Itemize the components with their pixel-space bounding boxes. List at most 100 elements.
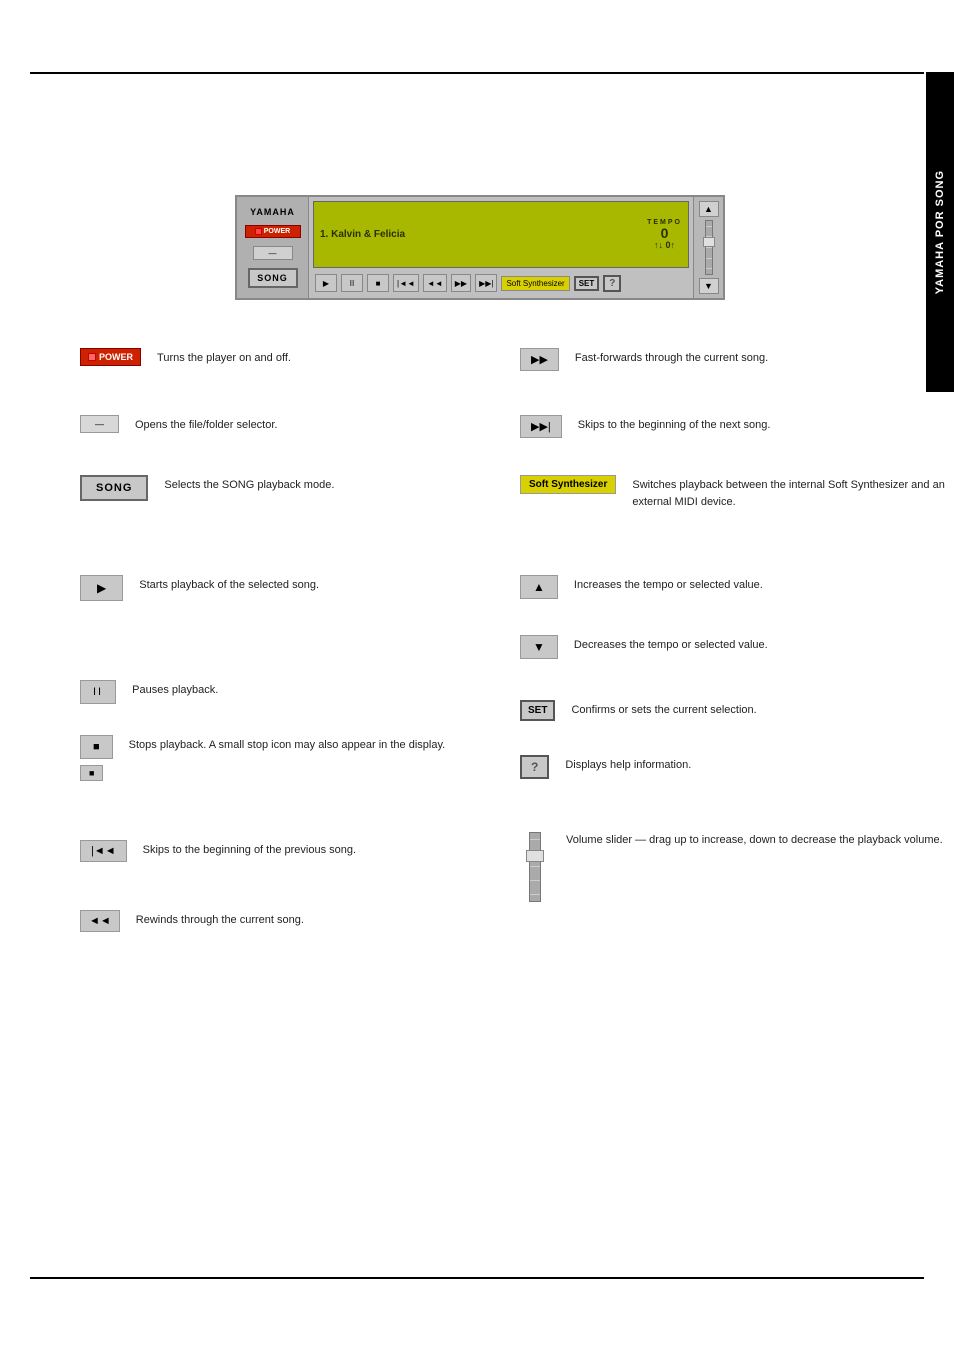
desc-dash-button[interactable]: — [80, 415, 119, 433]
desc-set-label: SET [528, 705, 547, 716]
desc-next-song-icon: ▶▶| [531, 421, 551, 433]
desc-play-button[interactable]: ▶ [80, 575, 123, 601]
stop-icon: ■ [376, 279, 381, 288]
slider-desc-line [530, 866, 540, 867]
lcd-screen: 1. Kalvin & Felicia TEMPO 0 ↑↓ 0↑ [313, 201, 689, 268]
desc-stop-sm-button[interactable]: ■ [80, 765, 103, 781]
player-left-panel: YAMAHA POWER — SONG [237, 197, 309, 298]
chapter-tab-label: YAMAHA POR SONG [934, 170, 946, 294]
desc-song-label: SONG [96, 482, 132, 494]
slider-desc-line [530, 894, 540, 895]
play-button[interactable]: ▶ [315, 274, 337, 292]
slider-line [706, 268, 712, 269]
desc-up-button[interactable]: ▲ [520, 575, 558, 599]
volume-down-icon: ▼ [704, 281, 713, 291]
desc-stop-text: Stops playback. A small stop icon may al… [129, 735, 446, 754]
desc-power-text: Turns the player on and off. [157, 348, 291, 367]
desc-help-label: ? [531, 760, 538, 774]
desc-power-label: POWER [99, 352, 133, 362]
desc-up-text: Increases the tempo or selected value. [574, 575, 763, 594]
next-song-button[interactable]: ▶▶| [475, 274, 497, 292]
desc-volume-thumb[interactable] [526, 850, 544, 862]
desc-ff-icon: ▶▶ [531, 354, 548, 366]
pause-button[interactable]: II [341, 274, 363, 292]
desc-prev-icon: ◄◄ [89, 915, 111, 927]
desc-prev-text: Rewinds through the current song. [136, 910, 304, 929]
player-display: 1. Kalvin & Felicia TEMPO 0 ↑↓ 0↑ ▶ II ■… [309, 197, 693, 298]
desc-play-icon: ▶ [97, 581, 106, 595]
prev-song-icon: |◄◄ [397, 279, 415, 288]
volume-slider-lines [706, 221, 712, 274]
help-label: ? [609, 278, 615, 289]
player-unit: YAMAHA POWER — SONG 1. Kalvin & Felicia … [235, 195, 725, 300]
desc-volume-text: Volume slider — drag up to increase, dow… [566, 830, 943, 849]
slider-line [706, 226, 712, 227]
song-button[interactable]: SONG [248, 268, 298, 288]
slider-line [706, 258, 712, 259]
desc-down: ▼ Decreases the tempo or selected value. [520, 635, 768, 659]
volume-slider-thumb[interactable] [703, 237, 715, 247]
soft-synth-button[interactable]: Soft Synthesizer [501, 276, 569, 291]
desc-prev-button[interactable]: ◄◄ [80, 910, 120, 932]
power-button[interactable]: POWER [245, 225, 301, 238]
yamaha-brand: YAMAHA [250, 207, 295, 217]
desc-down-button[interactable]: ▼ [520, 635, 558, 659]
dash-button[interactable]: — [253, 246, 293, 260]
desc-next-song: ▶▶| Skips to the beginning of the next s… [520, 415, 770, 438]
help-button[interactable]: ? [603, 275, 621, 292]
desc-play-text: Starts playback of the selected song. [139, 575, 319, 594]
desc-help-button[interactable]: ? [520, 755, 549, 779]
stop-button[interactable]: ■ [367, 274, 389, 292]
desc-song-text: Selects the SONG playback mode. [164, 475, 334, 494]
volume-up-button[interactable]: ▲ [699, 201, 719, 217]
desc-dash-text: Opens the file/folder selector. [135, 415, 277, 434]
desc-ff-button[interactable]: ▶▶ [520, 348, 559, 371]
desc-volume-track [529, 832, 541, 902]
desc-prev-song-button[interactable]: |◄◄ [80, 840, 127, 862]
set-button[interactable]: SET [574, 276, 600, 291]
volume-slider-track[interactable] [705, 220, 713, 275]
desc-volume-lines [530, 833, 540, 901]
soft-synth-label: Soft Synthesizer [506, 279, 564, 288]
power-label: POWER [264, 228, 290, 235]
prev-button[interactable]: ◄◄ [423, 274, 447, 292]
desc-stop-sm-icon: ■ [89, 768, 94, 778]
bottom-divider [30, 1277, 924, 1279]
player-right-panel: ▲ ▼ [693, 197, 723, 298]
desc-song-button[interactable]: SONG [80, 475, 148, 501]
transport-row: ▶ II ■ |◄◄ ◄◄ ▶▶ ▶▶| Soft Synthesizer [313, 272, 689, 294]
desc-power: POWER Turns the player on and off. [80, 348, 291, 367]
ff-button[interactable]: ▶▶ [451, 274, 471, 292]
desc-next-song-text: Skips to the beginning of the next song. [578, 415, 771, 434]
slider-desc-line [530, 839, 540, 840]
desc-pause-icon: II [93, 686, 103, 698]
desc-soft-synth-button[interactable]: Soft Synthesizer [520, 475, 616, 494]
desc-soft-synth-label: Soft Synthesizer [529, 479, 607, 490]
set-label: SET [579, 279, 595, 288]
desc-set-button[interactable]: SET [520, 700, 555, 721]
desc-set: SET Confirms or sets the current selecti… [520, 700, 757, 721]
volume-down-button[interactable]: ▼ [699, 278, 719, 294]
desc-ff: ▶▶ Fast-forwards through the current son… [520, 348, 768, 371]
desc-play: ▶ Starts playback of the selected song. [80, 575, 319, 601]
desc-dash-label: — [95, 419, 104, 429]
desc-soft-synth-text: Switches playback between the internal S… [632, 475, 954, 510]
next-song-icon: ▶▶| [479, 279, 493, 288]
desc-next-song-button[interactable]: ▶▶| [520, 415, 562, 438]
up-icon: ▲ [533, 580, 545, 594]
desc-stop-button[interactable]: ■ [80, 735, 113, 759]
desc-prev: ◄◄ Rewinds through the current song. [80, 910, 304, 932]
prev-song-button[interactable]: |◄◄ [393, 274, 419, 292]
power-indicator [255, 228, 262, 235]
play-icon: ▶ [323, 279, 329, 288]
desc-help: ? Displays help information. [520, 755, 691, 779]
desc-pause-button[interactable]: II [80, 680, 116, 704]
desc-ff-text: Fast-forwards through the current song. [575, 348, 768, 367]
desc-prev-song: |◄◄ Skips to the beginning of the previo… [80, 840, 356, 862]
lcd-tempo-area: TEMPO 0 ↑↓ 0↑ [647, 219, 682, 250]
desc-song: SONG Selects the SONG playback mode. [80, 475, 334, 501]
desc-power-button[interactable]: POWER [80, 348, 141, 366]
top-divider [30, 72, 924, 74]
desc-volume-slider[interactable] [520, 830, 550, 904]
desc-stop: ■ ■ Stops playback. A small stop icon ma… [80, 735, 445, 781]
